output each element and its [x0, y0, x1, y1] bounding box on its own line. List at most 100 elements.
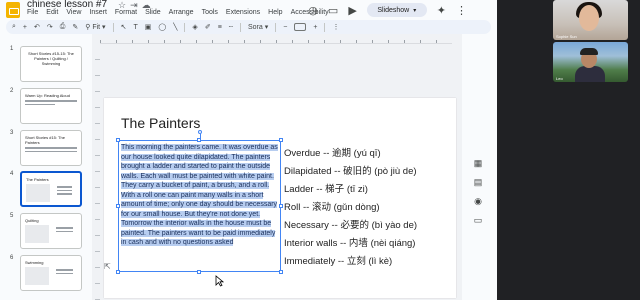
border-icon[interactable]: ✐ [205, 23, 211, 31]
toolbar-divider [275, 22, 277, 32]
history-icon[interactable]: ◷ [308, 4, 318, 17]
redo-icon[interactable]: ↷ [47, 23, 53, 31]
font-value: Sora [248, 24, 263, 31]
slide-thumbnail[interactable]: Short Stories #15: The Painters [20, 130, 82, 166]
menu-bar: File Edit View Insert Format Slide Arran… [27, 9, 329, 16]
border-dash-icon[interactable]: ┄ [229, 23, 233, 31]
slide-thumbnail-selected[interactable]: The Painters [20, 171, 82, 207]
textbox-icon[interactable]: T [133, 24, 137, 31]
print-icon[interactable]: ⎙ [60, 23, 66, 31]
participant-face [579, 5, 599, 31]
menu-edit[interactable]: Edit [46, 9, 58, 16]
participant-video-2[interactable]: Leo [553, 42, 628, 82]
resize-handle[interactable] [116, 270, 120, 274]
resize-handle[interactable] [279, 204, 283, 208]
more-options-icon[interactable]: ⋮ [332, 23, 339, 31]
thumbnail-lines [52, 267, 77, 285]
slide-thumbnail[interactable]: Swimming [20, 255, 82, 291]
font-size-input[interactable] [294, 23, 307, 31]
slideshow-button[interactable]: Slideshow ▾ [366, 3, 427, 17]
fill-icon[interactable]: ◈ [192, 23, 197, 31]
thumbnail-line [25, 147, 77, 149]
horizontal-ruler[interactable] [100, 38, 452, 44]
toolbar: ⌕ + ↶ ↷ ⎙ ✎ ⚲ Fit ▾ ↖ T ▣ ◯ ╲ ◈ ✐ ≡ ┄ So… [6, 20, 491, 34]
meet-icon[interactable]: ▶ [348, 4, 356, 17]
select-icon[interactable]: ↖ [121, 23, 127, 31]
thumbnail-line [57, 193, 72, 195]
slide-thumbnail-row[interactable]: 1 Short Stories #15-15: The Painters / Q… [10, 46, 88, 86]
menu-insert[interactable]: Insert [89, 9, 107, 16]
slide-thumbnail-row[interactable]: 6 Swimming [10, 255, 88, 295]
resize-handle[interactable] [279, 270, 283, 274]
zoom-value: Fit [92, 24, 101, 31]
menu-tools[interactable]: Tools [202, 9, 218, 16]
vocab-item: Ladder -- 梯子 (tī zi) [284, 184, 368, 195]
resize-handle[interactable] [197, 138, 201, 142]
contacts-icon[interactable]: ▭ [474, 215, 483, 226]
participant-video-1[interactable]: Sophie Sun [553, 0, 628, 40]
side-panel-icons: ▦ ▤ ◉ ▭ [467, 158, 489, 226]
image-icon[interactable]: ▣ [145, 23, 152, 31]
calendar-icon[interactable]: ▦ [474, 158, 483, 169]
resize-handle[interactable] [116, 138, 120, 142]
top-right-controls: ◷ ▭ ▶ Slideshow ▾ ✦ ⋮ [308, 0, 497, 20]
resize-handle[interactable] [279, 138, 283, 142]
vocab-item: Interior walls -- 内墙 (nèi qiáng) [284, 238, 416, 249]
toolbar-divider [112, 22, 114, 32]
thumbnail-box [25, 267, 49, 285]
keep-icon[interactable]: ▤ [474, 177, 483, 188]
story-text[interactable]: This morning the painters came. It was o… [121, 143, 279, 248]
thumbnail-line [25, 150, 77, 152]
vocab-item: Dilapidated -- 破旧的 (pò jiù de) [284, 166, 417, 177]
apps-icon[interactable]: ⋮ [456, 4, 467, 17]
zoom-select[interactable]: ⚲ Fit ▾ [85, 23, 105, 31]
font-select[interactable]: Sora ▾ [248, 23, 268, 31]
current-slide[interactable]: The Painters This morning the painters c… [104, 98, 456, 298]
menu-arrange[interactable]: Arrange [169, 9, 194, 16]
thumbnail-line [25, 103, 55, 105]
slide-thumbnail-row[interactable]: 3 Short Stories #15: The Painters [10, 130, 88, 170]
slide-thumbnail-row[interactable]: 5 Quilting [10, 213, 88, 253]
speaker-notes-icon[interactable]: ⇱ [104, 262, 111, 271]
thumbnail-lines [52, 225, 77, 243]
menu-slide[interactable]: Slide [145, 9, 161, 16]
thumbnail-content [22, 182, 80, 204]
line-icon[interactable]: ╲ [173, 23, 177, 31]
undo-icon[interactable]: ↶ [34, 23, 40, 31]
participant-hair [580, 48, 598, 55]
resize-handle[interactable] [116, 204, 120, 208]
slide-thumbnail-row[interactable]: 4 The Painters [10, 171, 88, 211]
ruler-ticks [100, 40, 452, 43]
slide-thumbnail-row[interactable]: 2 Warm Up: Reading Aloud [10, 88, 88, 128]
tasks-icon[interactable]: ◉ [474, 196, 482, 207]
slide-thumbnail[interactable]: Quilting [20, 213, 82, 249]
slide-thumbnail[interactable]: Short Stories #15-15: The Painters / Qui… [20, 46, 82, 82]
story-textbox[interactable]: This morning the painters came. It was o… [116, 138, 283, 274]
slides-logo-icon[interactable] [6, 2, 20, 18]
border-weight-icon[interactable]: ≡ [218, 24, 222, 31]
font-size-increase[interactable]: + [313, 24, 317, 31]
slide-title[interactable]: The Painters [121, 115, 200, 131]
menu-format[interactable]: Format [115, 9, 137, 16]
paint-format-icon[interactable]: ✎ [72, 23, 78, 31]
slide-number: 1 [10, 46, 14, 52]
vertical-ruler[interactable] [95, 44, 100, 300]
gemini-icon[interactable]: ✦ [437, 4, 446, 17]
font-size-decrease[interactable]: − [283, 24, 287, 31]
resize-handle[interactable] [197, 270, 201, 274]
chevron-down-icon[interactable]: ▾ [413, 7, 416, 14]
menu-view[interactable]: View [66, 9, 81, 16]
slide-number: 6 [10, 255, 14, 261]
vocabulary-list[interactable]: Overdue -- 逾期 (yú qī) Dilapidated -- 破旧的… [284, 145, 417, 271]
thumbnail-line [57, 189, 72, 191]
menu-help[interactable]: Help [268, 9, 282, 16]
thumbnail-title: Warm Up: Reading Aloud [25, 93, 70, 98]
shape-icon[interactable]: ◯ [158, 23, 166, 31]
menu-file[interactable]: File [27, 9, 38, 16]
search-menu-icon[interactable]: ⌕ [12, 23, 16, 31]
menu-extensions[interactable]: Extensions [226, 9, 260, 16]
comment-icon[interactable]: ▭ [328, 4, 338, 17]
thumbnail-content [21, 265, 81, 287]
slide-thumbnail[interactable]: Warm Up: Reading Aloud [20, 88, 82, 124]
add-icon[interactable]: + [23, 24, 27, 31]
